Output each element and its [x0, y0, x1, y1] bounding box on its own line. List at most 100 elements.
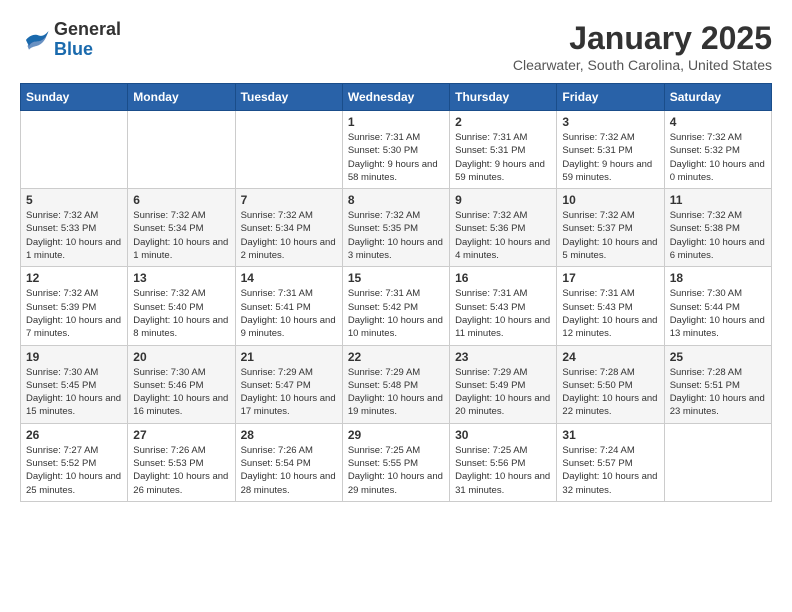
day-info: Sunrise: 7:32 AMSunset: 5:34 PMDaylight:…	[133, 209, 229, 262]
title-section: January 2025 Clearwater, South Carolina,…	[513, 20, 772, 73]
month-title: January 2025	[513, 20, 772, 57]
logo-text: General Blue	[54, 20, 121, 60]
day-number: 4	[670, 115, 766, 129]
day-info: Sunrise: 7:30 AMSunset: 5:44 PMDaylight:…	[670, 287, 766, 340]
day-number: 15	[348, 271, 444, 285]
day-info: Sunrise: 7:32 AMSunset: 5:39 PMDaylight:…	[26, 287, 122, 340]
location: Clearwater, South Carolina, United State…	[513, 57, 772, 73]
day-number: 1	[348, 115, 444, 129]
day-info: Sunrise: 7:31 AMSunset: 5:30 PMDaylight:…	[348, 131, 444, 184]
calendar-cell: 24 Sunrise: 7:28 AMSunset: 5:50 PMDayligh…	[557, 345, 664, 423]
day-number: 6	[133, 193, 229, 207]
day-number: 10	[562, 193, 658, 207]
day-info: Sunrise: 7:32 AMSunset: 5:32 PMDaylight:…	[670, 131, 766, 184]
day-number: 17	[562, 271, 658, 285]
calendar-cell	[21, 111, 128, 189]
day-number: 29	[348, 428, 444, 442]
day-info: Sunrise: 7:32 AMSunset: 5:38 PMDaylight:…	[670, 209, 766, 262]
logo-general: General	[54, 20, 121, 40]
day-info: Sunrise: 7:31 AMSunset: 5:43 PMDaylight:…	[562, 287, 658, 340]
day-info: Sunrise: 7:25 AMSunset: 5:55 PMDaylight:…	[348, 444, 444, 497]
calendar-header-row: Sunday Monday Tuesday Wednesday Thursday…	[21, 84, 772, 111]
calendar-cell: 2 Sunrise: 7:31 AMSunset: 5:31 PMDaylight…	[450, 111, 557, 189]
logo-icon	[20, 25, 50, 55]
day-number: 27	[133, 428, 229, 442]
day-info: Sunrise: 7:31 AMSunset: 5:42 PMDaylight:…	[348, 287, 444, 340]
day-number: 25	[670, 350, 766, 364]
day-info: Sunrise: 7:24 AMSunset: 5:57 PMDaylight:…	[562, 444, 658, 497]
calendar-cell: 16 Sunrise: 7:31 AMSunset: 5:43 PMDayligh…	[450, 267, 557, 345]
day-info: Sunrise: 7:32 AMSunset: 5:36 PMDaylight:…	[455, 209, 551, 262]
day-info: Sunrise: 7:29 AMSunset: 5:48 PMDaylight:…	[348, 366, 444, 419]
day-info: Sunrise: 7:29 AMSunset: 5:49 PMDaylight:…	[455, 366, 551, 419]
calendar-cell: 13 Sunrise: 7:32 AMSunset: 5:40 PMDayligh…	[128, 267, 235, 345]
day-number: 23	[455, 350, 551, 364]
calendar-cell: 23 Sunrise: 7:29 AMSunset: 5:49 PMDayligh…	[450, 345, 557, 423]
day-info: Sunrise: 7:30 AMSunset: 5:46 PMDaylight:…	[133, 366, 229, 419]
calendar-cell: 27 Sunrise: 7:26 AMSunset: 5:53 PMDayligh…	[128, 423, 235, 501]
calendar-cell: 31 Sunrise: 7:24 AMSunset: 5:57 PMDayligh…	[557, 423, 664, 501]
calendar-cell: 30 Sunrise: 7:25 AMSunset: 5:56 PMDayligh…	[450, 423, 557, 501]
day-number: 26	[26, 428, 122, 442]
day-info: Sunrise: 7:29 AMSunset: 5:47 PMDaylight:…	[241, 366, 337, 419]
calendar-cell: 1 Sunrise: 7:31 AMSunset: 5:30 PMDaylight…	[342, 111, 449, 189]
logo: General Blue	[20, 20, 121, 60]
calendar-cell: 12 Sunrise: 7:32 AMSunset: 5:39 PMDayligh…	[21, 267, 128, 345]
calendar-cell: 8Sunrise: 7:32 AMSunset: 5:35 PMDaylight…	[342, 189, 449, 267]
day-number: 7	[241, 193, 337, 207]
header-wednesday: Wednesday	[342, 84, 449, 111]
day-info: Sunrise: 7:31 AMSunset: 5:31 PMDaylight:…	[455, 131, 551, 184]
day-number: 30	[455, 428, 551, 442]
day-number: 3	[562, 115, 658, 129]
day-number: 24	[562, 350, 658, 364]
day-info: Sunrise: 7:28 AMSunset: 5:50 PMDaylight:…	[562, 366, 658, 419]
page-header: General Blue January 2025 Clearwater, So…	[20, 20, 772, 73]
day-number: 12	[26, 271, 122, 285]
header-thursday: Thursday	[450, 84, 557, 111]
day-info: Sunrise: 7:27 AMSunset: 5:52 PMDaylight:…	[26, 444, 122, 497]
day-info: Sunrise: 7:28 AMSunset: 5:51 PMDaylight:…	[670, 366, 766, 419]
day-info: Sunrise: 7:30 AMSunset: 5:45 PMDaylight:…	[26, 366, 122, 419]
calendar-cell: 22Sunrise: 7:29 AMSunset: 5:48 PMDayligh…	[342, 345, 449, 423]
day-number: 13	[133, 271, 229, 285]
calendar-week-2: 5Sunrise: 7:32 AMSunset: 5:33 PMDaylight…	[21, 189, 772, 267]
header-saturday: Saturday	[664, 84, 771, 111]
logo-blue: Blue	[54, 40, 121, 60]
calendar-cell: 18Sunrise: 7:30 AMSunset: 5:44 PMDayligh…	[664, 267, 771, 345]
day-number: 21	[241, 350, 337, 364]
day-info: Sunrise: 7:26 AMSunset: 5:54 PMDaylight:…	[241, 444, 337, 497]
calendar-cell: 20Sunrise: 7:30 AMSunset: 5:46 PMDayligh…	[128, 345, 235, 423]
day-info: Sunrise: 7:32 AMSunset: 5:40 PMDaylight:…	[133, 287, 229, 340]
calendar-cell: 15 Sunrise: 7:31 AMSunset: 5:42 PMDayligh…	[342, 267, 449, 345]
day-number: 9	[455, 193, 551, 207]
calendar-cell: 11 Sunrise: 7:32 AMSunset: 5:38 PMDayligh…	[664, 189, 771, 267]
day-number: 19	[26, 350, 122, 364]
calendar-week-1: 1 Sunrise: 7:31 AMSunset: 5:30 PMDaylight…	[21, 111, 772, 189]
calendar-cell: 17 Sunrise: 7:31 AMSunset: 5:43 PMDayligh…	[557, 267, 664, 345]
header-sunday: Sunday	[21, 84, 128, 111]
calendar-cell: 28 Sunrise: 7:26 AMSunset: 5:54 PMDayligh…	[235, 423, 342, 501]
day-number: 16	[455, 271, 551, 285]
calendar-cell: 29 Sunrise: 7:25 AMSunset: 5:55 PMDayligh…	[342, 423, 449, 501]
calendar-cell: 26 Sunrise: 7:27 AMSunset: 5:52 PMDayligh…	[21, 423, 128, 501]
day-number: 31	[562, 428, 658, 442]
header-monday: Monday	[128, 84, 235, 111]
day-number: 11	[670, 193, 766, 207]
day-info: Sunrise: 7:32 AMSunset: 5:31 PMDaylight:…	[562, 131, 658, 184]
day-info: Sunrise: 7:25 AMSunset: 5:56 PMDaylight:…	[455, 444, 551, 497]
day-number: 2	[455, 115, 551, 129]
calendar-cell	[128, 111, 235, 189]
day-info: Sunrise: 7:31 AMSunset: 5:43 PMDaylight:…	[455, 287, 551, 340]
day-info: Sunrise: 7:32 AMSunset: 5:37 PMDaylight:…	[562, 209, 658, 262]
calendar-cell: 25 Sunrise: 7:28 AMSunset: 5:51 PMDayligh…	[664, 345, 771, 423]
day-number: 8	[348, 193, 444, 207]
day-info: Sunrise: 7:26 AMSunset: 5:53 PMDaylight:…	[133, 444, 229, 497]
day-number: 28	[241, 428, 337, 442]
calendar-week-3: 12 Sunrise: 7:32 AMSunset: 5:39 PMDayligh…	[21, 267, 772, 345]
calendar-cell: 14Sunrise: 7:31 AMSunset: 5:41 PMDayligh…	[235, 267, 342, 345]
calendar-cell	[235, 111, 342, 189]
calendar-cell: 5Sunrise: 7:32 AMSunset: 5:33 PMDaylight…	[21, 189, 128, 267]
calendar-cell: 4 Sunrise: 7:32 AMSunset: 5:32 PMDaylight…	[664, 111, 771, 189]
header-tuesday: Tuesday	[235, 84, 342, 111]
calendar-table: Sunday Monday Tuesday Wednesday Thursday…	[20, 83, 772, 502]
